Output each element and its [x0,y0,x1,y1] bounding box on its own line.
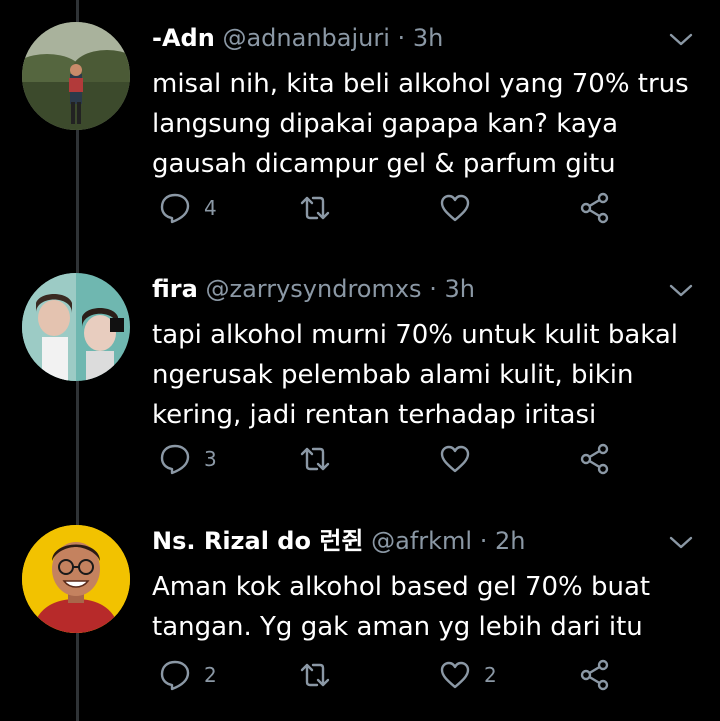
display-name[interactable]: fira [152,275,198,303]
like-icon [440,445,470,473]
action-bar: 2 2 [152,655,622,695]
timestamp[interactable]: 3h [444,275,474,303]
chevron-down-icon[interactable] [668,533,694,551]
reply-icon [160,444,190,475]
reply-button[interactable]: 4 [158,188,217,228]
reply-count: 4 [204,196,217,220]
share-icon [580,659,609,691]
separator-dot: · [397,24,406,52]
avatar[interactable] [22,525,130,633]
avatar[interactable] [22,273,130,381]
like-count: 2 [484,663,497,687]
like-icon [440,194,470,222]
retweet-icon [300,196,330,220]
tweet-text: Aman kok alkohol based gel 70% buat tang… [152,572,651,642]
share-button[interactable] [578,439,612,479]
retweet-icon [300,447,330,471]
avatar-photo-two-people [22,273,130,381]
share-button[interactable] [578,655,612,695]
action-bar: 4 [152,188,622,228]
tweet-header: -Adn @adnanbajuri · 3h [152,22,443,54]
retweet-icon [300,663,330,687]
tweet-header: fira @zarrysyndromxs · 3h [152,273,475,305]
share-icon [580,443,609,475]
reply-icon [160,660,190,691]
like-button[interactable] [438,188,484,228]
timestamp[interactable]: 3h [413,24,443,52]
share-button[interactable] [578,188,612,228]
user-handle[interactable]: @afrkml [371,527,472,555]
retweet-button[interactable] [298,439,344,479]
share-icon [580,192,609,224]
user-handle[interactable]: @adnanbajuri [222,24,389,52]
avatar-illustration-man [22,525,130,633]
avatar[interactable] [22,22,130,130]
user-handle[interactable]: @zarrysyndromxs [205,275,421,303]
reply-icon [160,193,190,224]
reply-count: 3 [204,447,217,471]
display-name[interactable]: -Adn [152,24,215,52]
retweet-button[interactable] [298,655,344,695]
retweet-button[interactable] [298,188,344,228]
chevron-down-icon[interactable] [668,281,694,299]
tweet-fira[interactable]: fira @zarrysyndromxs · 3h tapi alkohol m… [0,273,720,483]
timestamp[interactable]: 2h [495,527,525,555]
separator-dot: · [479,527,488,555]
tweet-text: tapi alkohol murni 70% untuk kulit bakal… [152,320,679,430]
like-button[interactable] [438,439,484,479]
like-button[interactable]: 2 [438,655,497,695]
like-icon [440,661,470,689]
avatar-photo-landscape [22,22,130,130]
tweet-header: Ns. Rizal do 런쥔 @afrkml · 2h [152,525,526,557]
reply-button[interactable]: 3 [158,439,217,479]
reply-button[interactable]: 2 [158,655,217,695]
separator-dot: · [429,275,437,303]
tweet-adn[interactable]: -Adn @adnanbajuri · 3h misal nih, kita b… [0,22,720,232]
tweet-text: misal nih, kita beli alkohol yang 70% tr… [152,69,689,179]
display-name[interactable]: Ns. Rizal do 런쥔 [152,527,363,555]
action-bar: 3 [152,439,622,479]
tweet-rizal[interactable]: Ns. Rizal do 런쥔 @afrkml · 2h Aman kok al… [0,525,720,705]
chevron-down-icon[interactable] [668,30,694,48]
reply-count: 2 [204,663,217,687]
